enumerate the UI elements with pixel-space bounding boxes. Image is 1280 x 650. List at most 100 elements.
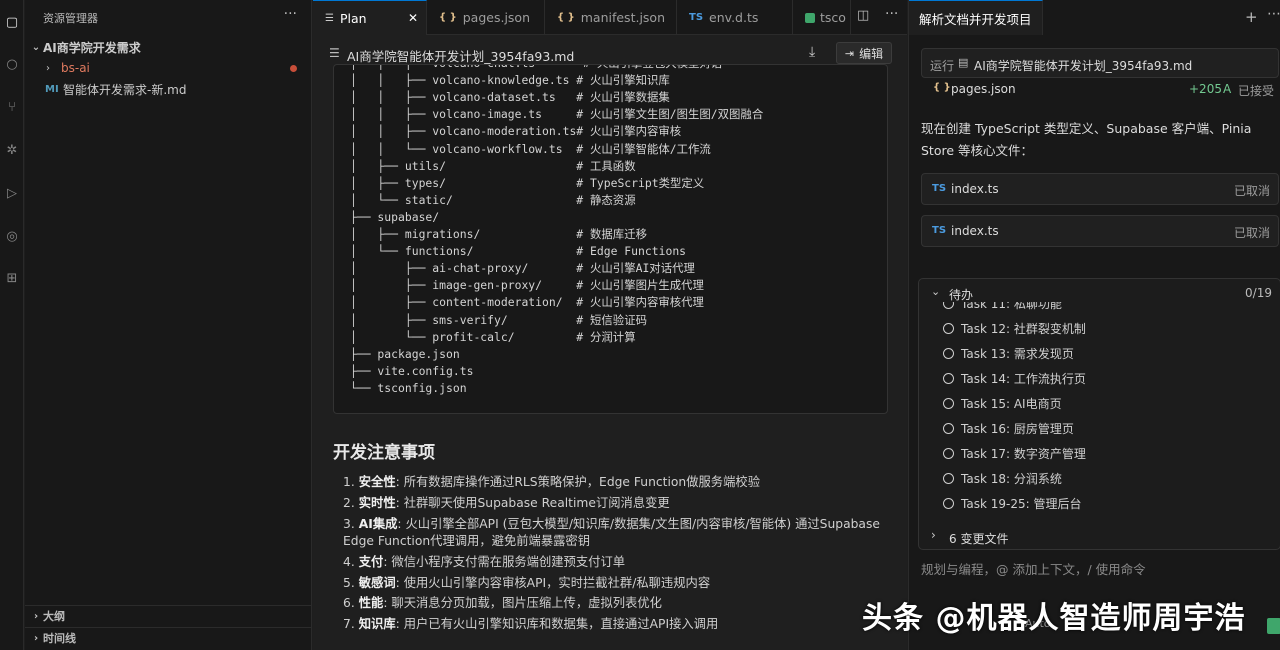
note-item: 5. 敏感词: 使用火山引擎内容审核API，实时拦截社群/私聊违规内容 xyxy=(343,575,893,592)
todo-item[interactable]: Task 12: 社群裂变机制 xyxy=(943,318,1086,338)
extensions-icon[interactable]: ✲ xyxy=(0,138,24,162)
tab-label: tsco xyxy=(820,10,846,25)
tab-manifest-json[interactable]: { } manifest.json xyxy=(545,0,677,35)
activity-bar: ▢ ○ ⑂ ✲ ▷ ◎ ⊞ xyxy=(0,0,24,650)
todo-item[interactable]: Task 14: 工作流执行页 xyxy=(943,368,1086,388)
code-line: └── tsconfig.json xyxy=(350,380,467,395)
note-key: 支付 xyxy=(358,555,384,569)
modified-dot xyxy=(290,65,297,72)
code-line: │ └── static/ # 静态资源 xyxy=(350,192,636,207)
tab-tsconfig[interactable]: tsco xyxy=(793,0,851,35)
note-text: : 火山引擎全部API (豆包大模型/知识库/数据集/文生图/内容审核/智能体)… xyxy=(343,517,880,548)
tab-pages-json[interactable]: { } pages.json xyxy=(427,0,545,35)
edit-icon: ⇥ xyxy=(844,46,855,60)
note-key: AI集成 xyxy=(358,517,398,531)
more-icon[interactable]: ⋯ xyxy=(1267,6,1280,22)
todo-item[interactable]: Task 15: AI电商页 xyxy=(943,393,1062,413)
code-line: ├── supabase/ xyxy=(350,209,440,224)
typescript-icon: TS xyxy=(932,225,947,236)
todo-count: 0/19 xyxy=(1245,286,1272,300)
tree-project[interactable]: ⌄ AI商学院开发需求 xyxy=(25,36,312,58)
circle-icon xyxy=(943,322,954,334)
note-key: 实时性 xyxy=(358,496,396,510)
circle-icon xyxy=(943,372,954,384)
todo-item[interactable]: Task 17: 数字资产管理 xyxy=(943,443,1086,463)
todo-label: Task 16: 厨房管理页 xyxy=(961,421,1074,436)
circle-icon xyxy=(943,347,954,359)
note-key: 安全性 xyxy=(358,475,396,489)
tab-env-d-ts[interactable]: TS env.d.ts xyxy=(677,0,793,35)
code-line: │ └── functions/ # Edge Functions xyxy=(350,244,687,259)
edit-button[interactable]: ⇥ 编辑 xyxy=(836,42,892,64)
chevron-right-icon: › xyxy=(33,610,39,622)
todo-label: Task 12: 社群裂变机制 xyxy=(961,321,1086,336)
explorer-icon[interactable]: ▢ xyxy=(0,10,24,34)
edit-label: 编辑 xyxy=(859,46,884,61)
changes-row[interactable]: › 6 变更文件 xyxy=(919,525,1280,549)
source-control-icon[interactable]: ⑂ xyxy=(0,95,24,119)
todo-label: Task 17: 数字资产管理 xyxy=(961,446,1086,461)
circle-icon xyxy=(943,497,954,509)
pages-change-row[interactable]: { } pages.json +205 A 已接受 xyxy=(921,78,1279,100)
chat-tab[interactable]: 解析文档并开发项目 xyxy=(909,0,1043,35)
code-line: ├── vite.config.ts xyxy=(350,363,474,378)
tree-folder-bs-ai[interactable]: › bs-ai xyxy=(25,57,312,79)
circle-icon xyxy=(943,422,954,434)
changes-label: 6 变更文件 xyxy=(949,532,1009,546)
remote-icon[interactable]: ◎ xyxy=(0,224,24,248)
split-editor-icon[interactable]: ◫ xyxy=(857,8,869,23)
blocks-icon[interactable]: ⊞ xyxy=(0,266,24,290)
folder-label: bs-ai xyxy=(61,61,90,75)
file-card[interactable]: TS index.ts 已取消 xyxy=(921,173,1279,205)
todo-item[interactable]: Task 19-25: 管理后台 xyxy=(943,493,1081,513)
download-icon[interactable]: ⤓ xyxy=(809,44,815,60)
file-name: index.ts xyxy=(951,182,999,196)
typescript-icon: TS xyxy=(689,12,704,23)
file-label: 智能体开发需求-新.md xyxy=(63,82,187,97)
code-line: │ ├── content-moderation/ # 火山引擎内容审核代理 xyxy=(350,295,704,310)
send-icon[interactable] xyxy=(1267,618,1280,634)
chevron-right-icon: › xyxy=(33,632,39,644)
code-line: │ ├── utils/ # 工具函数 xyxy=(350,158,636,173)
todo-item[interactable]: Task 16: 厨房管理页 xyxy=(943,418,1074,438)
note-key: 性能 xyxy=(358,596,384,610)
note-item: 6. 性能: 聊天消息分页加载，图片压缩上传，虚拟列表优化 xyxy=(343,595,893,612)
list-icon: ☰ xyxy=(329,46,340,60)
outline-section[interactable]: › 大纲 xyxy=(25,605,312,626)
file-status: 已取消 xyxy=(1233,226,1270,240)
code-line: │ │ ├── volcano-chat.ts # 火山引擎豆包大模型对话 xyxy=(350,65,722,72)
more-icon[interactable]: ··· xyxy=(885,6,898,22)
tab-bar: ☰ Plan ✕ { } pages.json { } manifest.jso… xyxy=(313,0,907,35)
todo-item[interactable]: Task 18: 分润系统 xyxy=(943,468,1062,488)
plus-icon[interactable]: + xyxy=(1245,8,1258,26)
run-file: AI商学院智能体开发计划_3954fa93.md xyxy=(974,59,1193,73)
note-item: 7. 知识库: 用户已有火山引擎知识库和数据集，直接通过API接入调用 xyxy=(343,616,893,633)
timeline-section[interactable]: › 时间线 xyxy=(25,627,312,648)
explorer-panel: 资源管理器 ··· ⌄ AI商学院开发需求 › bs-ai MI 智能体开发需求… xyxy=(25,0,312,650)
json-icon: { } xyxy=(933,82,951,93)
tree-file[interactable]: MI 智能体开发需求-新.md xyxy=(25,78,312,100)
close-icon[interactable]: ✕ xyxy=(408,11,418,25)
note-item: 2. 实时性: 社群聊天使用Supabase Realtime订阅消息变更 xyxy=(343,495,893,512)
note-text: : 使用火山引擎内容审核API，实时拦截社群/私聊违规内容 xyxy=(395,576,711,590)
code-line: │ ├── sms-verify/ # 短信验证码 xyxy=(350,312,647,327)
chevron-right-icon: › xyxy=(46,62,50,74)
explorer-title: 资源管理器 xyxy=(43,12,98,25)
editor-area: ☰ Plan ✕ { } pages.json { } manifest.jso… xyxy=(313,0,907,650)
run-card[interactable]: 运行 ▤ AI商学院智能体开发计划_3954fa93.md xyxy=(921,48,1279,78)
markdown-icon: MI xyxy=(45,83,59,95)
search-icon[interactable]: ○ xyxy=(0,52,24,76)
todo-item[interactable]: Task 13: 需求发现页 xyxy=(943,343,1074,363)
note-number: 7. xyxy=(343,617,355,631)
pages-status: 已接受 xyxy=(1238,84,1275,98)
tab-plan[interactable]: ☰ Plan ✕ xyxy=(313,0,427,35)
chat-input[interactable]: 规划与编程，@ 添加上下文，/ 使用命令 xyxy=(921,559,1146,578)
file-card[interactable]: TS index.ts 已取消 xyxy=(921,215,1279,247)
json-icon: { } xyxy=(439,12,457,23)
code-line: │ ├── ai-chat-proxy/ # 火山引擎AI对话代理 xyxy=(350,261,695,276)
more-icon[interactable]: ··· xyxy=(284,6,297,22)
code-line: ├── package.json xyxy=(350,346,460,361)
note-text: : 微信小程序支付需在服务端创建预支付订单 xyxy=(383,555,626,569)
run-debug-icon[interactable]: ▷ xyxy=(0,181,24,205)
todo-label: Task 14: 工作流执行页 xyxy=(961,371,1086,386)
